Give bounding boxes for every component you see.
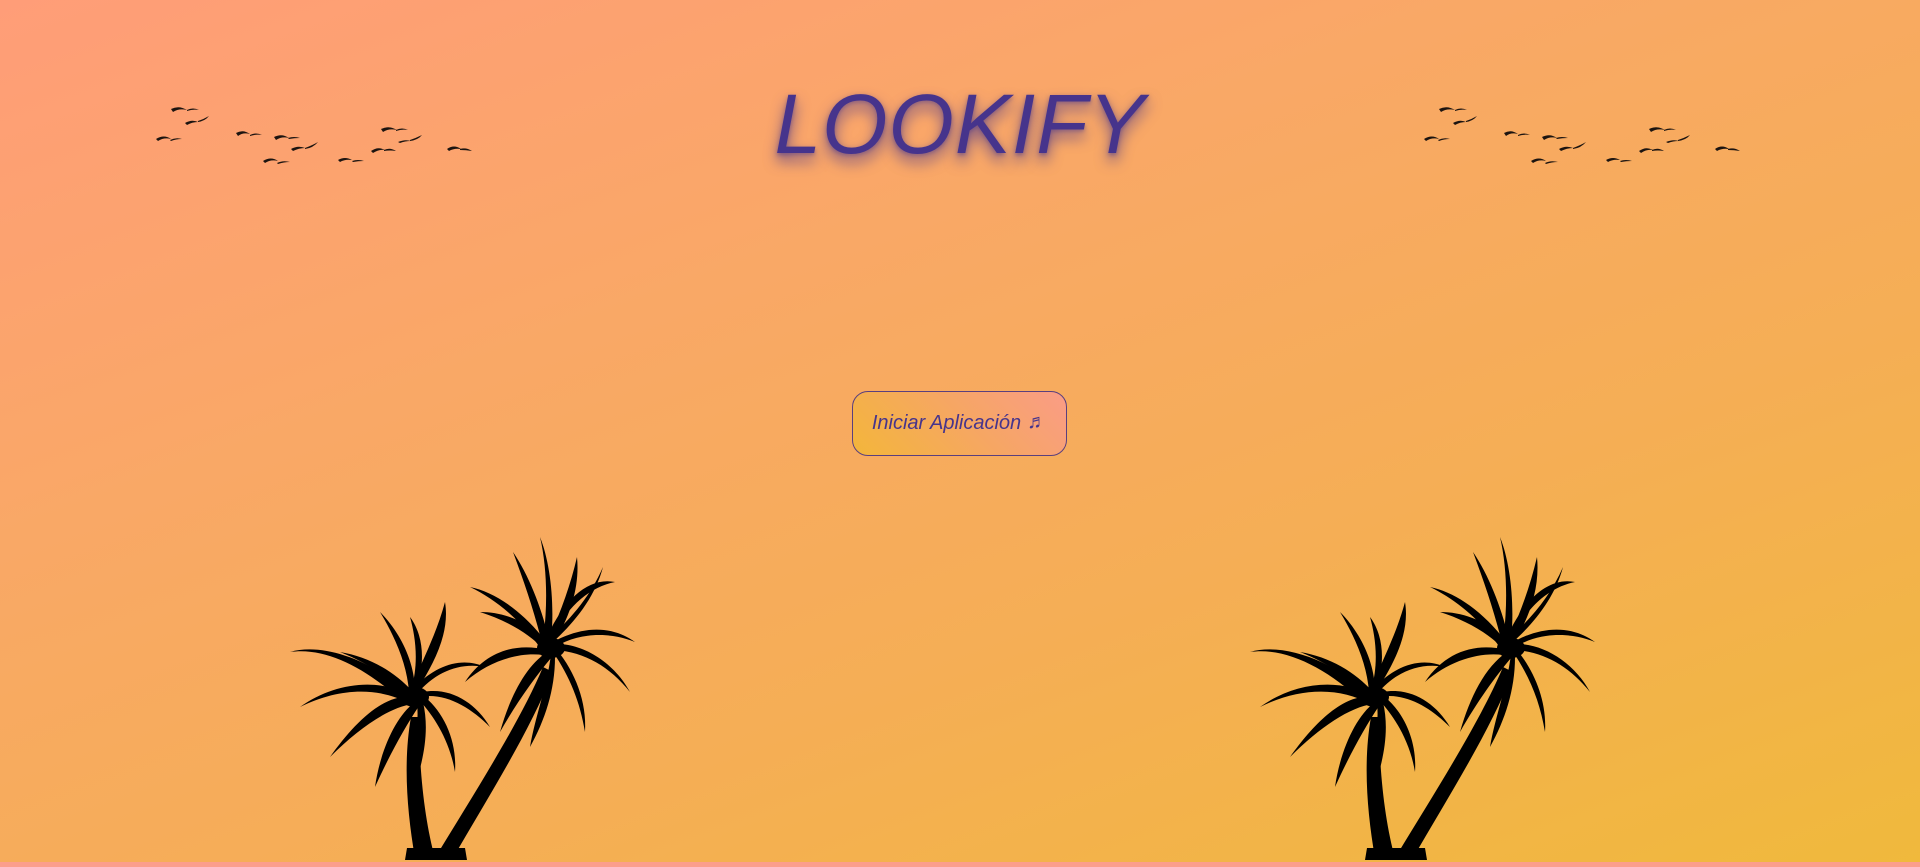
- palm-trees-icon: [1250, 537, 1595, 860]
- birds-flock-icon: [1424, 107, 1740, 164]
- palm-trees-icon: [290, 537, 635, 860]
- bottom-edge-strip: [0, 862, 1920, 867]
- start-app-button[interactable]: Iniciar Aplicación ♬: [852, 391, 1067, 456]
- start-app-label: Iniciar Aplicación: [871, 412, 1022, 434]
- birds-flock-icon: [156, 107, 472, 164]
- music-notes-icon: ♬: [1027, 410, 1048, 433]
